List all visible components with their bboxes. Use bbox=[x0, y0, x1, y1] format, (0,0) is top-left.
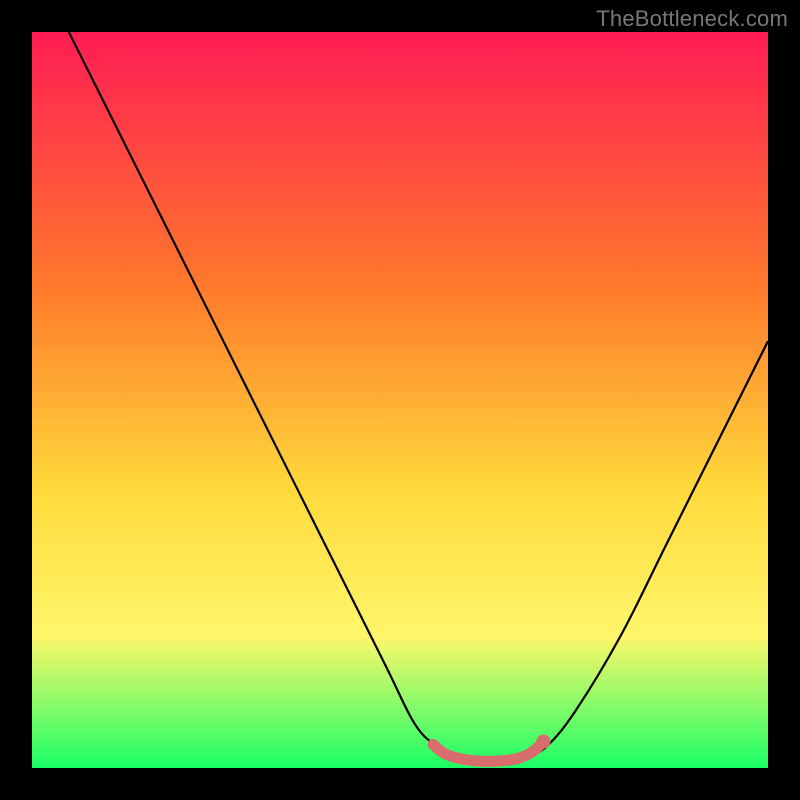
watermark-text: TheBottleneck.com bbox=[596, 6, 788, 32]
highlight-end-dot bbox=[537, 735, 551, 749]
bottleneck-chart bbox=[32, 32, 768, 768]
gradient-background bbox=[32, 32, 768, 768]
outer-frame: TheBottleneck.com bbox=[0, 0, 800, 800]
chart-area bbox=[32, 32, 768, 768]
